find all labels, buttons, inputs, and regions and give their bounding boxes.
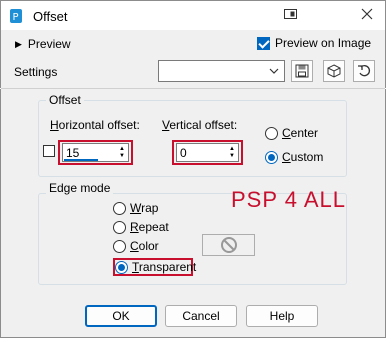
vertical-offset-spinner[interactable]: 0 ▲ ▼ [176,143,239,162]
close-icon[interactable] [359,7,375,21]
ok-button[interactable]: OK [85,305,157,327]
preview-on-image-option[interactable]: Preview on Image [257,36,371,50]
radio-button[interactable] [265,126,278,140]
spin-buttons[interactable]: ▲ ▼ [117,145,127,160]
window-title: Offset [33,9,68,24]
horizontal-offset-highlight: 15 ▲ ▼ [58,140,133,165]
restore-window-icon[interactable] [283,7,299,21]
reset-button[interactable] [353,60,375,82]
spin-down-icon[interactable]: ▼ [117,153,127,161]
transparent-radio[interactable]: Transparent [115,260,196,274]
radio-button[interactable] [113,201,126,215]
watermark-text: PSP 4 ALL [231,187,347,212]
edge-mode-group-title: Edge mode [46,181,114,195]
center-radio[interactable]: Center [265,126,318,140]
repeat-radio[interactable]: Repeat [113,220,169,234]
preview-on-image-checkbox[interactable] [257,36,270,50]
delete-preset-icon [327,64,341,78]
help-label: Help [269,309,295,323]
spin-down-icon[interactable]: ▼ [227,153,237,161]
lock-checkbox[interactable] [43,145,55,157]
settings-dropdown[interactable] [158,60,285,82]
color-swatch-button[interactable] [202,234,255,256]
dialog-body: Offset Horizontal offset: Vertical offse… [0,89,386,338]
custom-radio[interactable]: Custom [265,150,323,164]
title-bar: P Offset [0,0,386,30]
horizontal-offset-value[interactable]: 15 [66,146,79,160]
horizontal-offset-spinner[interactable]: 15 ▲ ▼ [62,143,129,162]
center-label: Center [282,126,319,140]
psp-app-icon: P [10,9,22,23]
settings-label: Settings [14,65,58,79]
preview-on-image-label: Preview on Image [275,36,372,50]
vertical-offset-value[interactable]: 0 [180,146,187,160]
save-icon [295,64,309,78]
wrap-radio[interactable]: Wrap [113,201,158,215]
chevron-down-icon [269,68,279,74]
preview-toggle[interactable]: ▶ Preview [15,37,71,51]
save-preset-button[interactable] [291,60,313,82]
radio-button[interactable] [113,239,126,253]
no-color-icon [220,237,237,253]
repeat-label: Repeat [130,220,169,234]
chevron-right-icon: ▶ [15,38,22,49]
offset-group-title: Offset [46,93,84,107]
wrap-label: Wrap [130,201,159,215]
delete-preset-button[interactable] [323,60,345,82]
vertical-offset-highlight: 0 ▲ ▼ [172,140,243,165]
custom-label: Custom [282,150,324,164]
color-radio[interactable]: Color [113,239,159,253]
focus-underline [64,159,98,161]
transparent-label: Transparent [132,260,197,274]
toolbar: ▶ Preview Preview on Image Settings [0,30,386,88]
radio-button[interactable] [113,220,126,234]
radio-button[interactable] [265,150,278,164]
cancel-label: Cancel [182,309,220,323]
color-label: Color [130,239,159,253]
spin-up-icon[interactable]: ▲ [117,145,127,153]
radio-button[interactable] [115,260,128,274]
horizontal-offset-label: Horizontal offset: [50,118,140,132]
vertical-offset-label: Vertical offset: [162,118,238,132]
spin-buttons[interactable]: ▲ ▼ [227,145,237,160]
cancel-button[interactable]: Cancel [165,305,237,327]
help-button[interactable]: Help [246,305,318,327]
preview-label: Preview [27,37,71,51]
reset-icon [358,65,370,77]
svg-text:P: P [13,12,19,23]
ok-label: OK [112,309,130,323]
spin-up-icon[interactable]: ▲ [227,145,237,153]
